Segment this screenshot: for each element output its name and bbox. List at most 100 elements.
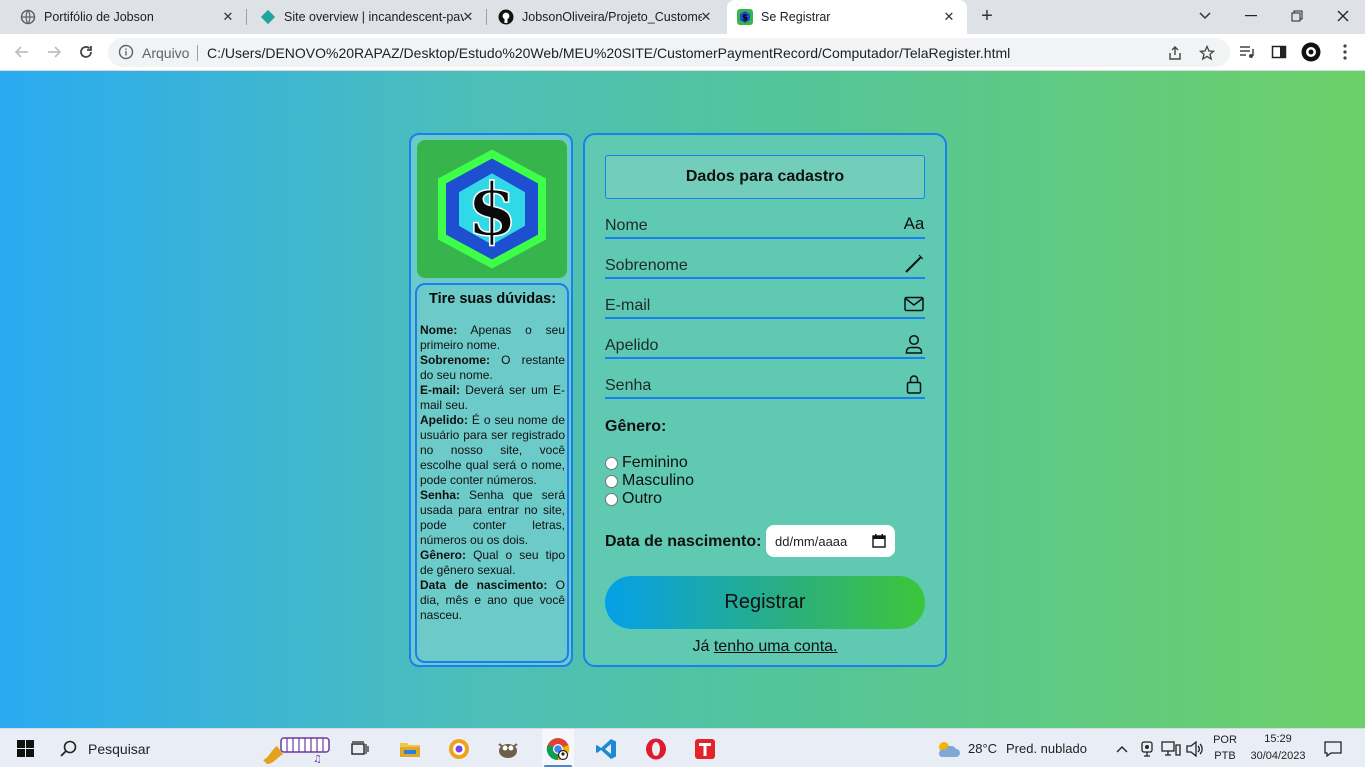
file-explorer-icon[interactable] — [397, 729, 423, 767]
taskbar-search-text[interactable]: Pesquisar — [88, 741, 150, 757]
window-close-icon[interactable] — [1330, 4, 1356, 28]
login-prefix: Já — [692, 638, 714, 655]
senha-placeholder: Senha — [605, 377, 652, 394]
help-term: Nome: — [420, 323, 458, 337]
windows-start-icon[interactable] — [12, 729, 38, 767]
brave-browser-icon[interactable] — [446, 729, 472, 767]
svg-text:$: $ — [742, 14, 748, 24]
new-tab-button[interactable]: + — [976, 6, 998, 28]
weather-desc[interactable]: Pred. nublado — [1006, 741, 1087, 756]
text-aa-icon: Aa — [903, 214, 925, 233]
search-icon[interactable] — [58, 729, 80, 767]
dob-input[interactable]: dd/mm/aaaa — [766, 525, 895, 557]
address-url[interactable]: C:/Users/DENOVO%20RAPAZ/Desktop/Estudo%2… — [207, 45, 1010, 61]
radio-button[interactable] — [605, 456, 618, 470]
close-icon[interactable]: ✕ — [941, 9, 957, 25]
radio-button[interactable] — [605, 474, 618, 488]
network-icon[interactable] — [1160, 729, 1182, 767]
site-logo-icon: $ — [737, 9, 753, 25]
calendar-icon[interactable] — [872, 534, 886, 551]
pencil-icon — [903, 253, 925, 275]
menu-kebab-icon[interactable] — [1335, 42, 1355, 62]
info-icon[interactable] — [118, 44, 134, 65]
radio-label: Outro — [622, 490, 663, 507]
app-t-icon[interactable] — [692, 729, 718, 767]
radio-feminino[interactable]: Feminino — [605, 454, 688, 472]
forward-arrow-icon[interactable] — [43, 41, 65, 63]
register-form: Dados para cadastro Nome Aa Sobrenome E-… — [583, 133, 947, 667]
chevron-up-icon[interactable] — [1114, 729, 1130, 767]
globe-icon — [20, 9, 36, 25]
tab-github[interactable]: JobsonOliveira/Projeto_Customer ✕ — [478, 0, 724, 34]
address-divider — [197, 45, 198, 61]
close-icon[interactable]: ✕ — [698, 9, 714, 25]
help-term: Senha: — [420, 488, 461, 502]
nome-placeholder: Nome — [605, 217, 648, 234]
dollar-hexagon-icon: $ — [438, 149, 546, 269]
help-item-sobrenome: Sobrenome: O restante do seu nome. — [420, 353, 565, 383]
register-button[interactable]: Registrar — [605, 576, 925, 629]
lang-top[interactable]: POR — [1210, 734, 1240, 746]
share-icon[interactable] — [1166, 44, 1184, 62]
help-term: Gênero: — [420, 548, 467, 562]
back-arrow-icon[interactable] — [11, 41, 33, 63]
radio-label: Masculino — [622, 472, 695, 489]
clock-time[interactable]: 15:29 — [1245, 733, 1311, 745]
gimp-icon[interactable] — [495, 729, 521, 767]
page-viewport: $ Tire suas dúvidas: Nome: Apenas o seu … — [0, 71, 1365, 728]
reload-icon[interactable] — [75, 41, 97, 63]
notifications-icon[interactable] — [1322, 729, 1344, 767]
radio-button[interactable] — [605, 492, 618, 506]
chrome-taskbar-icon[interactable] — [542, 729, 574, 767]
sobrenome-field[interactable]: Sobrenome — [605, 253, 925, 279]
weather-temp[interactable]: 28°C — [968, 741, 997, 756]
tab-strip: Portifólio de Jobson ✕ Site overview | i… — [0, 0, 1365, 34]
apelido-placeholder: Apelido — [605, 337, 659, 354]
user-icon — [903, 333, 925, 355]
help-term: E-mail: — [420, 383, 461, 397]
radio-masculino[interactable]: Masculino — [605, 472, 694, 490]
form-title: Dados para cadastro — [605, 155, 925, 199]
login-link[interactable]: tenho uma conta. — [714, 638, 838, 655]
help-title: Tire suas dúvidas: — [428, 291, 557, 307]
media-list-icon[interactable] — [1237, 42, 1257, 62]
lock-icon — [903, 373, 925, 395]
meet-now-icon[interactable] — [1138, 729, 1156, 767]
tab-title: Se Registrar — [761, 10, 831, 24]
profile-avatar-icon[interactable] — [1301, 42, 1321, 62]
address-bar[interactable]: Arquivo C:/Users/DENOVO%20RAPAZ/Desktop/… — [108, 38, 1230, 67]
nome-field[interactable]: Nome Aa — [605, 213, 925, 239]
help-item-nome: Nome: Apenas o seu primeiro nome. — [420, 323, 565, 353]
close-icon[interactable]: ✕ — [220, 9, 236, 25]
envelope-icon — [903, 293, 925, 315]
vscode-icon[interactable] — [593, 729, 619, 767]
volume-icon[interactable] — [1185, 729, 1205, 767]
logo: $ — [417, 140, 567, 278]
clock-date[interactable]: 30/04/2023 — [1245, 750, 1311, 762]
help-box: Tire suas dúvidas: Nome: Apenas o seu pr… — [415, 283, 569, 663]
tab-search-chevron-icon[interactable] — [1192, 4, 1218, 28]
tab-netlify[interactable]: Site overview | incandescent-pavlo ✕ — [240, 0, 486, 34]
music-widget-icon[interactable]: ♫ — [258, 729, 334, 767]
lang-bottom[interactable]: PTB — [1210, 750, 1240, 762]
help-term: Sobrenome: — [420, 353, 491, 367]
task-view-icon[interactable] — [348, 729, 372, 767]
svg-text:$: $ — [467, 167, 517, 252]
restore-icon[interactable] — [1284, 4, 1310, 28]
tab-title: JobsonOliveira/Projeto_Customer — [522, 10, 702, 24]
side-panel-icon[interactable] — [1269, 42, 1289, 62]
dob-label: Data de nascimento: — [605, 533, 762, 550]
tab-portfolio[interactable]: Portifólio de Jobson ✕ — [0, 0, 246, 34]
close-icon[interactable]: ✕ — [460, 9, 476, 25]
minimize-icon[interactable] — [1238, 4, 1264, 28]
weather-cloud-icon[interactable] — [934, 729, 962, 767]
apelido-field[interactable]: Apelido — [605, 333, 925, 359]
radio-outro[interactable]: Outro — [605, 490, 662, 508]
taskbar: Pesquisar ♫ 28°C Pred. nublado POR PTB 1… — [0, 728, 1365, 767]
tab-se-registrar[interactable]: $ Se Registrar ✕ — [727, 0, 967, 34]
star-icon[interactable] — [1198, 44, 1216, 62]
senha-field[interactable]: Senha — [605, 373, 925, 399]
opera-icon[interactable] — [643, 729, 669, 767]
email-field[interactable]: E-mail — [605, 293, 925, 319]
help-item-genero: Gênero: Qual o seu tipo de gênero sexual… — [420, 548, 565, 578]
